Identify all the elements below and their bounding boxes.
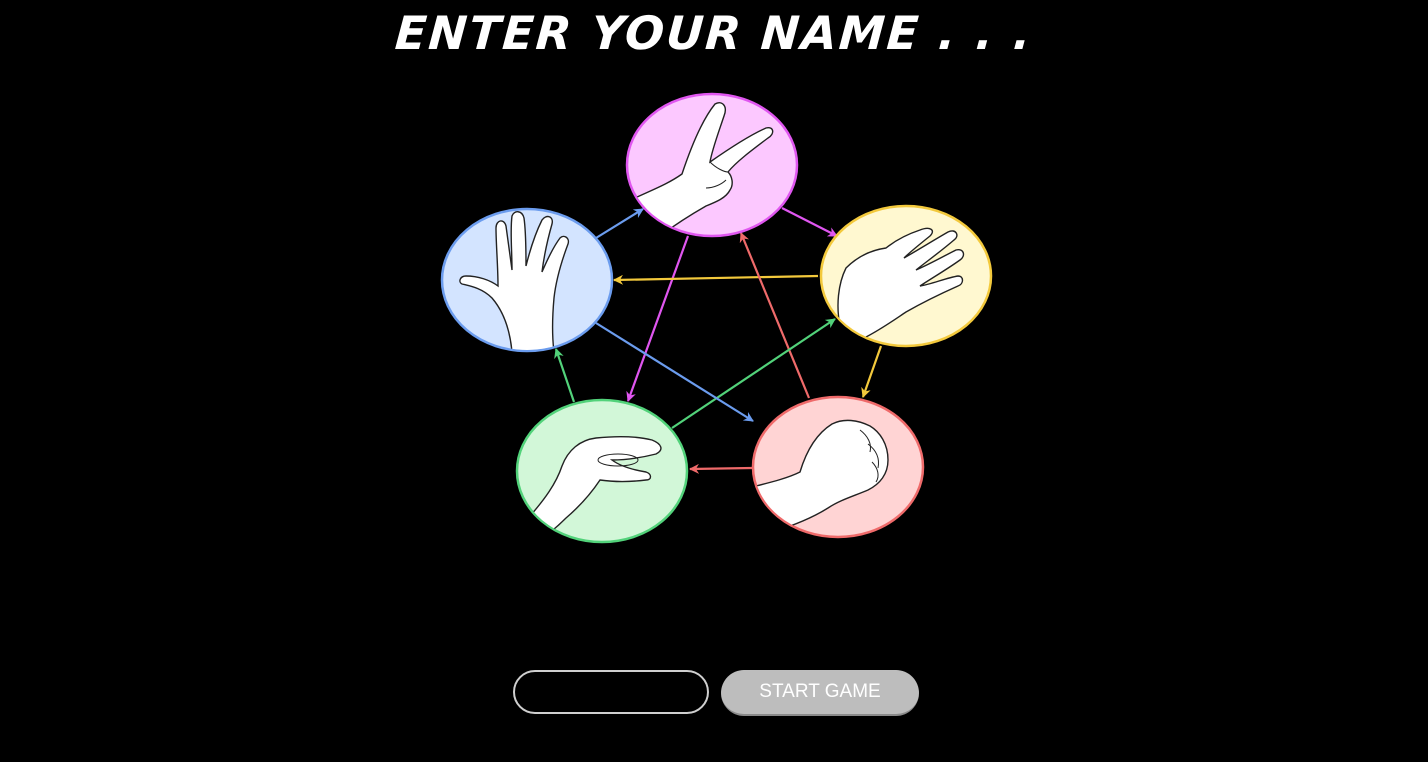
start-game-button[interactable]: START GAME: [721, 670, 919, 716]
arrow-paper-to-spock: [613, 274, 819, 285]
rock-gesture[interactable]: [751, 395, 925, 539]
rules-diagram: [440, 92, 993, 544]
lizard-gesture[interactable]: [515, 398, 689, 544]
name-input[interactable]: [513, 670, 709, 714]
arrow-rock-to-scissors: [739, 232, 811, 399]
arrow-paper-to-rock: [861, 345, 883, 398]
page-title: ENTER YOUR NAME . . .: [393, 6, 1035, 60]
arrow-spock-to-scissors: [595, 208, 644, 239]
arrow-scissors-to-paper: [781, 207, 838, 237]
arrow-rock-to-lizard: [689, 463, 753, 474]
spock-gesture[interactable]: [440, 207, 614, 353]
scissors-gesture[interactable]: [625, 92, 799, 238]
paper-gesture[interactable]: [819, 204, 993, 348]
arrow-lizard-to-spock: [554, 348, 576, 403]
arrow-scissors-to-lizard: [626, 235, 690, 402]
